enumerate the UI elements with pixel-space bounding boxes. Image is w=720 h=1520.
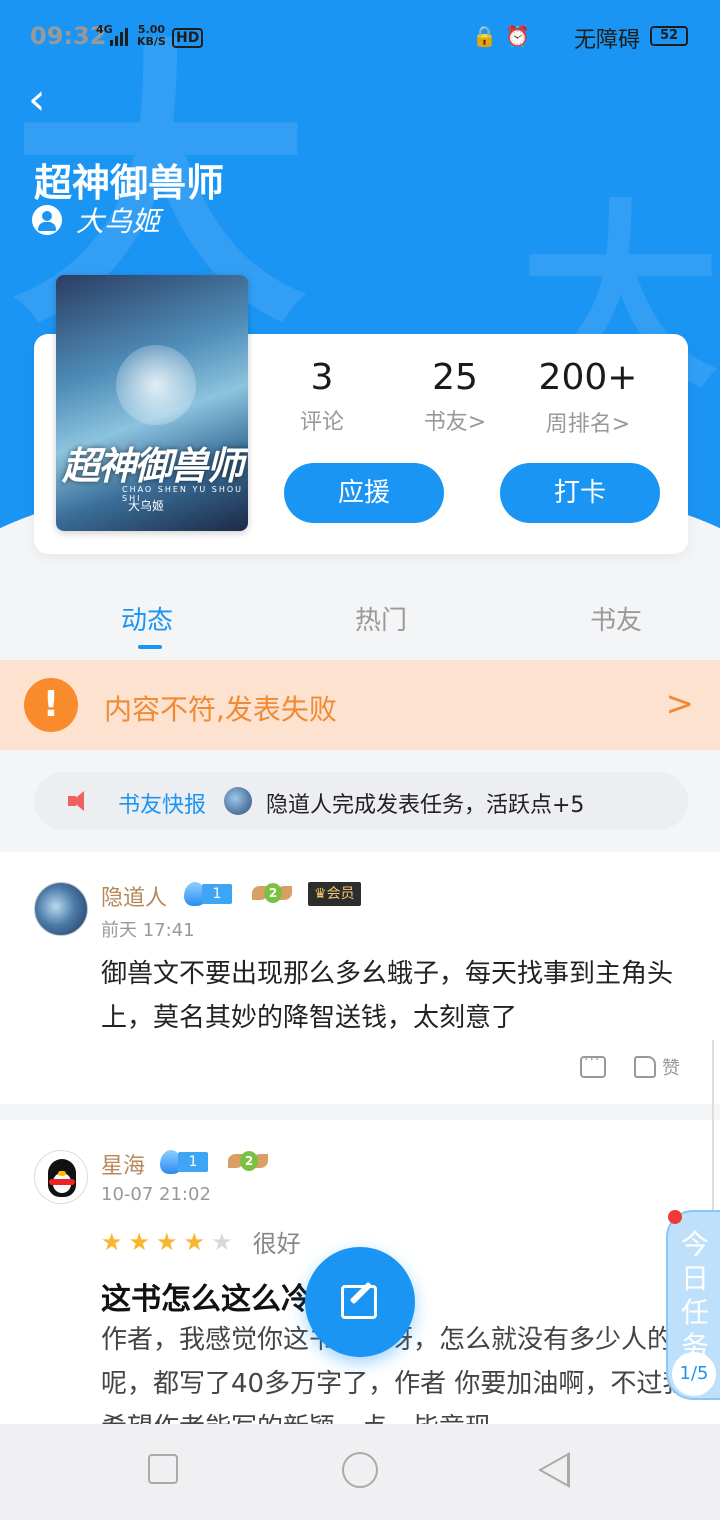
stat-value: 200+ xyxy=(538,357,638,398)
user-icon xyxy=(32,205,62,235)
rating-text: 很好 xyxy=(252,1230,301,1258)
alert-icon: ! xyxy=(24,678,78,732)
scrollbar[interactable] xyxy=(712,1040,720,1220)
like-label: 赞 xyxy=(662,1058,680,1079)
battery-icon: 52 xyxy=(650,26,688,46)
avatar xyxy=(224,787,252,815)
post-item[interactable]: 隐道人 1 2 ♛会员 前天 17:41 御兽文不要出现那么多幺蛾子，每天找事到… xyxy=(0,852,720,1104)
level-number: 1 xyxy=(178,1152,208,1172)
rank-number: 2 xyxy=(264,883,282,903)
tab-bar: 动态 热门 书友 xyxy=(0,590,720,650)
network-speed: 5.00 KB/S xyxy=(137,23,166,48)
avatar[interactable] xyxy=(34,1150,88,1204)
post-title: 这书怎么这么冷 xyxy=(101,1282,311,1317)
error-message: 内容不符,发表失败 xyxy=(104,693,337,726)
post-actions: 赞 xyxy=(580,1052,680,1080)
chevron-right-icon: > xyxy=(665,684,695,724)
back-triangle-icon[interactable] xyxy=(538,1452,570,1488)
edit-icon xyxy=(341,1285,377,1319)
post-content: 御兽文不要出现那么多幺蛾子，每天找事到主角头上，莫名其妙的降智送钱，太刻意了 xyxy=(101,959,674,1033)
status-icons: 🔒 ⏰ xyxy=(472,24,530,48)
stat-comments[interactable]: 3 评论 xyxy=(257,352,387,436)
daily-task-progress: 1/5 xyxy=(672,1352,716,1396)
star-icon: ★ xyxy=(128,1227,151,1256)
cover-glow xyxy=(116,345,196,425)
thumbs-up-icon xyxy=(634,1056,656,1078)
post-username[interactable]: 隐道人 xyxy=(101,880,167,912)
news-ticker[interactable]: 书友快报 隐道人完成发表任务，活跃点+5 xyxy=(34,772,688,830)
cover-title: 超神御兽师 xyxy=(62,444,244,488)
like-button[interactable]: 赞 xyxy=(634,1054,680,1080)
level-badge: 1 xyxy=(160,1150,208,1174)
tab-hot[interactable]: 热门 xyxy=(355,600,407,637)
vip-badge: ♛会员 xyxy=(308,882,361,906)
accessibility-label: 无障碍 xyxy=(574,28,641,53)
back-icon[interactable]: ‹ xyxy=(28,78,68,122)
lock-icon: 🔒 xyxy=(472,24,498,48)
stat-value: 3 xyxy=(310,357,334,398)
speaker-icon xyxy=(68,789,90,813)
signal-icon xyxy=(110,26,128,46)
tab-readers[interactable]: 书友 xyxy=(590,600,642,637)
level-number: 1 xyxy=(202,884,232,904)
star-icon: ★ xyxy=(183,1227,206,1256)
post-time: 前天 17:41 xyxy=(101,920,195,941)
avatar[interactable] xyxy=(34,882,88,936)
support-button[interactable]: 应援 xyxy=(284,463,444,523)
tab-indicator xyxy=(138,645,162,649)
system-nav-bar xyxy=(0,1424,720,1520)
notification-dot xyxy=(668,1210,682,1224)
recents-icon[interactable] xyxy=(148,1454,178,1484)
rank-number: 2 xyxy=(240,1151,258,1171)
error-banner[interactable]: ! 内容不符,发表失败 > xyxy=(0,660,720,750)
status-bar: 09:32 4G 5.00 KB/S HD 🔒 ⏰ 无障碍 52 xyxy=(0,0,720,72)
level-badge: 1 xyxy=(184,882,232,906)
rank-badge: 2 xyxy=(228,1150,268,1174)
book-cover[interactable]: 超神御兽师 CHAO SHEN YU SHOU SHI 大乌姬 xyxy=(56,275,248,531)
compose-button[interactable] xyxy=(305,1247,415,1357)
ticker-label: 书友快报 xyxy=(118,793,207,818)
comment-icon[interactable] xyxy=(580,1052,606,1078)
star-icon: ★ xyxy=(101,1227,123,1256)
status-time: 09:32 xyxy=(30,22,107,50)
stat-value: 25 xyxy=(432,357,478,398)
vip-label: 会员 xyxy=(326,886,355,902)
hd-icon: HD xyxy=(172,28,204,48)
stat-readers[interactable]: 25 书友> xyxy=(390,352,520,436)
post-time: 10-07 21:02 xyxy=(101,1184,211,1205)
author-row[interactable]: 大乌姬 xyxy=(32,200,160,240)
post-username[interactable]: 星海 xyxy=(101,1148,145,1180)
daily-task-float[interactable]: 今日任务 1/5 xyxy=(666,1210,720,1400)
author-name: 大乌姬 xyxy=(76,205,161,238)
star-icon: ★ xyxy=(156,1227,178,1256)
stat-label: 周排名> xyxy=(545,412,631,437)
cover-author: 大乌姬 xyxy=(128,499,165,513)
star-empty-icon: ★ xyxy=(211,1227,233,1256)
checkin-button[interactable]: 打卡 xyxy=(500,463,660,523)
star-rating: ★ ★ ★ ★ ★ 很好 xyxy=(101,1224,301,1259)
penguin-scarf xyxy=(49,1179,75,1185)
alarm-icon: ⏰ xyxy=(505,24,530,48)
book-title: 超神御兽师 xyxy=(34,161,225,205)
stat-weekly-rank[interactable]: 200+ 周排名> xyxy=(523,352,653,438)
tab-activity[interactable]: 动态 xyxy=(121,600,173,637)
ticker-text: 隐道人完成发表任务，活跃点+5 xyxy=(266,793,585,818)
home-icon[interactable] xyxy=(342,1452,378,1488)
daily-task-label: 今日任务 xyxy=(680,1228,709,1363)
rank-badge: 2 xyxy=(252,882,292,906)
penguin-beak xyxy=(58,1171,66,1176)
stat-label: 书友> xyxy=(423,410,487,435)
stat-label: 评论 xyxy=(299,410,344,435)
